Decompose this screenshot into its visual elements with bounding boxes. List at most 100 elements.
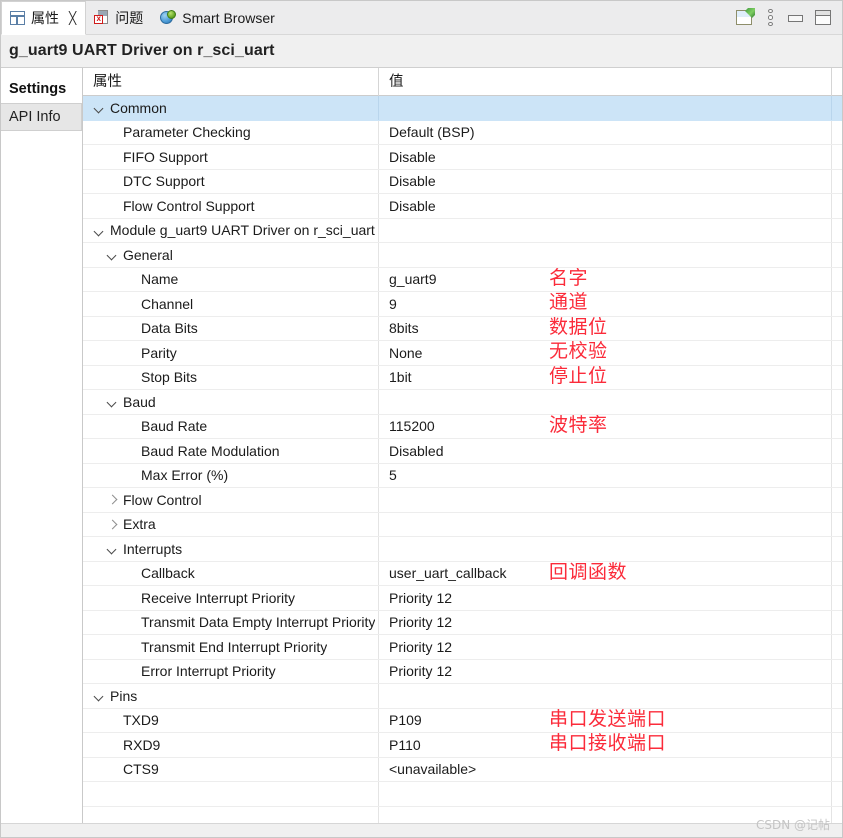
table-row[interactable]: Stop Bits 1bit 停止位 (83, 365, 842, 390)
tab-properties[interactable]: 属性 ╳ (1, 1, 87, 35)
property-label: Name (141, 271, 179, 288)
cell-value[interactable] (379, 96, 832, 120)
cell-value[interactable] (379, 512, 832, 536)
table-row[interactable]: Module g_uart9 UART Driver on r_sci_uart (83, 218, 842, 243)
chevron-down-icon[interactable] (93, 101, 106, 114)
cell-extra (832, 170, 842, 194)
cell-value[interactable]: <unavailable> (379, 757, 832, 781)
property-label: Parameter Checking (123, 124, 251, 141)
column-header-property[interactable]: 属性 (83, 68, 379, 96)
table-row[interactable]: Data Bits 8bits 数据位 (83, 316, 842, 341)
cell-value[interactable]: 5 (379, 463, 832, 487)
watermark: CSDN @记帖 (755, 818, 830, 832)
table-row[interactable]: Callback user_uart_callback 回调函数 (83, 561, 842, 586)
table-row[interactable]: Error Interrupt Priority Priority 12 (83, 659, 842, 684)
table-row[interactable]: RXD9 P110 串口接收端口 (83, 733, 842, 758)
tab-smart-browser[interactable]: Smart Browser (152, 1, 284, 34)
table-row[interactable]: Baud (83, 390, 842, 415)
view-menu-icon[interactable] (767, 9, 774, 26)
table-row[interactable]: Interrupts (83, 537, 842, 562)
cell-extra (832, 219, 842, 243)
table-row[interactable]: Parameter Checking Default (BSP) (83, 120, 842, 145)
value-label: user_uart_callback (389, 565, 507, 582)
cell-extra (832, 317, 842, 341)
table-row[interactable]: TXD9 P109 串口发送端口 (83, 708, 842, 733)
table-row[interactable]: Extra (83, 512, 842, 537)
cell-value[interactable]: P109 串口发送端口 (379, 708, 832, 732)
value-label: Priority 12 (389, 638, 453, 655)
table-row[interactable]: CTS9 <unavailable> (83, 757, 842, 782)
cell-extra (832, 366, 842, 390)
cell-value[interactable]: Disabled (379, 439, 832, 463)
table-row[interactable]: Name g_uart9 名字 (83, 267, 842, 292)
table-row[interactable]: Flow Control Support Disable (83, 194, 842, 219)
chevron-down-icon[interactable] (106, 542, 119, 555)
cell-value[interactable] (379, 488, 832, 512)
property-label: Callback (141, 565, 195, 582)
cell-extra (832, 268, 842, 292)
table-row[interactable]: General (83, 243, 842, 268)
property-label: Module g_uart9 UART Driver on r_sci_uart (110, 222, 375, 239)
cell-value[interactable]: g_uart9 名字 (379, 267, 832, 291)
chevron-down-icon[interactable] (93, 224, 106, 237)
chevron-down-icon[interactable] (93, 689, 106, 702)
cell-value[interactable]: Priority 12 (379, 610, 832, 634)
cell-value[interactable] (379, 390, 832, 414)
cell-value[interactable] (379, 218, 832, 242)
pin-editor-icon[interactable] (736, 8, 755, 26)
cell-extra (832, 537, 842, 561)
property-label: Max Error (%) (141, 467, 229, 484)
table-row[interactable]: Baud Rate 115200 波特率 (83, 414, 842, 439)
table-row[interactable]: Pins (83, 684, 842, 709)
table-row[interactable]: Common (83, 96, 842, 121)
table-row[interactable] (83, 782, 842, 807)
cell-extra (832, 758, 842, 782)
cell-value[interactable]: None 无校验 (379, 341, 832, 365)
cell-value[interactable]: user_uart_callback 回调函数 (379, 561, 832, 585)
sidebar-item-api-info[interactable]: API Info (1, 103, 82, 131)
minimize-icon[interactable] (787, 11, 803, 24)
cell-value[interactable]: Priority 12 (379, 586, 832, 610)
value-label: P110 (389, 736, 421, 753)
chevron-down-icon[interactable] (106, 395, 119, 408)
sidebar-item-settings[interactable]: Settings (1, 75, 82, 103)
table-row[interactable] (83, 806, 842, 824)
cell-extra (832, 807, 842, 824)
sidebar-item-api-info-label: API Info (9, 109, 61, 125)
table-row[interactable]: Receive Interrupt Priority Priority 12 (83, 586, 842, 611)
cell-value[interactable] (379, 537, 832, 561)
cell-value[interactable]: Priority 12 (379, 659, 832, 683)
cell-value[interactable]: 8bits 数据位 (379, 316, 832, 340)
cell-property: Extra (83, 512, 379, 536)
cell-value[interactable]: P110 串口接收端口 (379, 733, 832, 757)
cell-value[interactable]: Default (BSP) (379, 120, 832, 144)
tab-smart-browser-label: Smart Browser (182, 9, 275, 26)
table-row[interactable]: Flow Control (83, 488, 842, 513)
close-icon[interactable]: ╳ (69, 12, 76, 24)
table-row[interactable]: Baud Rate Modulation Disabled (83, 439, 842, 464)
cell-value[interactable]: Disable (379, 169, 832, 193)
table-row[interactable]: Transmit Data Empty Interrupt Priority Pr… (83, 610, 842, 635)
table-row[interactable]: Max Error (%) 5 (83, 463, 842, 488)
chevron-right-icon[interactable] (106, 518, 119, 531)
chevron-down-icon[interactable] (106, 248, 119, 261)
table-row[interactable]: Transmit End Interrupt Priority Priority … (83, 635, 842, 660)
cell-value[interactable] (379, 782, 832, 806)
tab-problems[interactable]: x 问题 (86, 1, 152, 34)
cell-value[interactable]: Priority 12 (379, 635, 832, 659)
cell-value[interactable]: 1bit 停止位 (379, 365, 832, 389)
chevron-right-icon[interactable] (106, 493, 119, 506)
cell-value[interactable]: 115200 波特率 (379, 414, 832, 438)
cell-value[interactable] (379, 684, 832, 708)
value-label: g_uart9 (389, 271, 437, 288)
cell-value[interactable]: 9 通道 (379, 292, 832, 316)
cell-value[interactable]: Disable (379, 145, 832, 169)
table-row[interactable]: Parity None 无校验 (83, 341, 842, 366)
table-row[interactable]: DTC Support Disable (83, 169, 842, 194)
table-row[interactable]: FIFO Support Disable (83, 145, 842, 170)
column-header-value[interactable]: 值 (379, 68, 832, 96)
table-row[interactable]: Channel 9 通道 (83, 292, 842, 317)
cell-value[interactable] (379, 243, 832, 267)
cell-value[interactable]: Disable (379, 194, 832, 218)
maximize-icon[interactable] (815, 10, 831, 25)
